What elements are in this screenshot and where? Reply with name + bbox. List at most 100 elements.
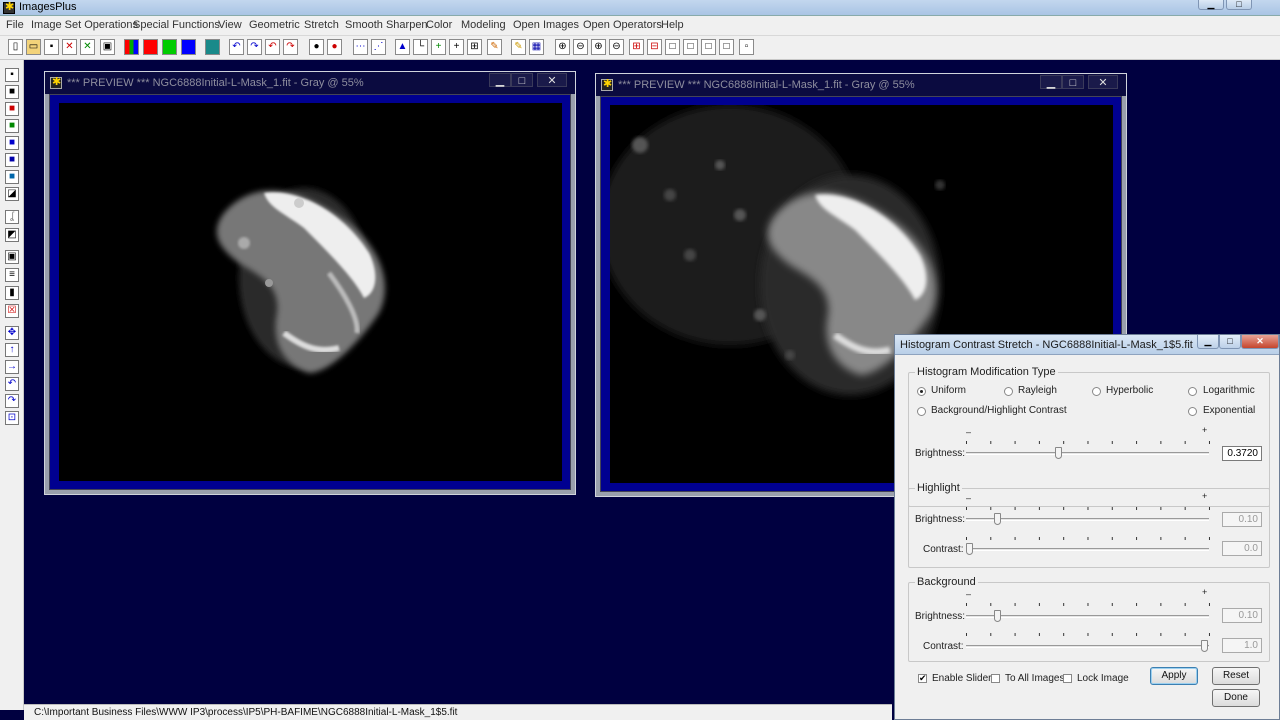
open-folder-icon[interactable]: ▭	[26, 39, 41, 55]
maximize-button[interactable]: □	[511, 73, 533, 87]
dialog-minimize-button[interactable]: ▁	[1197, 335, 1219, 349]
histogram-icon[interactable]: ▲	[395, 39, 410, 55]
black-bar-icon[interactable]: ▮	[5, 286, 19, 300]
radio-logarithmic[interactable]	[1188, 387, 1197, 396]
frame-medium-icon[interactable]: □	[683, 39, 698, 55]
undo-icon[interactable]: ↶	[229, 39, 244, 55]
background-contrast-thumb[interactable]	[1201, 640, 1208, 652]
pencil-icon[interactable]: ✎	[511, 39, 526, 55]
grid-box-icon[interactable]: ⊞	[467, 39, 482, 55]
crosshair-green-icon[interactable]: +	[431, 39, 446, 55]
axis-icon[interactable]: └	[413, 39, 428, 55]
menu-stretch[interactable]: Stretch	[304, 19, 339, 31]
table-icon[interactable]: ▦	[529, 39, 544, 55]
main-brightness-slider[interactable]	[966, 447, 1209, 459]
new-file-icon[interactable]: ▯	[8, 39, 23, 55]
menu-open-images[interactable]: Open Images	[513, 19, 579, 31]
preview-window-2-titlebar[interactable]: *** PREVIEW *** NGC6888Initial-L-Mask_1.…	[596, 74, 1126, 96]
zoom-out-icon[interactable]: ⊖	[573, 39, 588, 55]
enable-slider-checkbox[interactable]: ✔	[918, 674, 927, 683]
highlight-brightness-thumb[interactable]	[994, 513, 1001, 525]
maximize-button[interactable]: □	[1062, 75, 1084, 89]
nebula-image-1[interactable]	[59, 103, 562, 481]
remove-box-icon[interactable]: ⊟	[647, 39, 662, 55]
redo-icon[interactable]: ↷	[247, 39, 262, 55]
zoom-in-icon[interactable]: ⊕	[555, 39, 570, 55]
reset-button[interactable]: Reset	[1212, 667, 1260, 685]
preview-window-1[interactable]: *** PREVIEW *** NGC6888Initial-L-Mask_1.…	[44, 71, 576, 495]
menu-help[interactable]: Help	[661, 19, 684, 31]
pointer-icon[interactable]: ⋰	[371, 39, 386, 55]
close-button[interactable]: ✕	[1088, 75, 1118, 89]
menu-color[interactable]: Color	[426, 19, 452, 31]
copy-icon[interactable]: ▣	[100, 39, 115, 55]
lock-image-checkbox[interactable]	[1063, 674, 1072, 683]
list-icon[interactable]: ≡	[5, 268, 19, 282]
red-channel-icon[interactable]	[143, 39, 158, 55]
close-button[interactable]: ✕	[537, 73, 567, 87]
arrow-right-icon[interactable]: →	[5, 360, 19, 374]
green-channel-icon[interactable]	[162, 39, 177, 55]
frame-mini-icon[interactable]: ▫	[739, 39, 754, 55]
frame-tiny-icon[interactable]: □	[719, 39, 734, 55]
highlight-brightness-slider[interactable]	[966, 513, 1209, 525]
frame-large-icon[interactable]: □	[665, 39, 680, 55]
record-stop-icon[interactable]: ●	[327, 39, 342, 55]
move-icon[interactable]: ✥	[5, 326, 19, 340]
mask-dark-blue-icon[interactable]: ■	[5, 153, 19, 167]
highlight-contrast-value[interactable]: 0.0	[1222, 541, 1262, 556]
minimize-button[interactable]: ▁	[1040, 75, 1062, 89]
undo-all-icon[interactable]: ↶	[265, 39, 280, 55]
lasso-icon[interactable]: ʆ	[5, 210, 19, 224]
preview-window-1-titlebar[interactable]: *** PREVIEW *** NGC6888Initial-L-Mask_1.…	[45, 72, 575, 94]
grid-color-icon[interactable]	[205, 39, 220, 55]
mask-red-icon[interactable]: ■	[5, 102, 19, 116]
menu-open-operators[interactable]: Open Operators	[583, 19, 662, 31]
crosshair-icon[interactable]: +	[449, 39, 464, 55]
background-brightness-value[interactable]: 0.10	[1222, 608, 1262, 623]
flip-icon[interactable]: ⊡	[5, 411, 19, 425]
save-icon[interactable]: ▪	[44, 39, 59, 55]
close-all-icon[interactable]: ✕	[80, 39, 95, 55]
record-icon[interactable]: ●	[309, 39, 324, 55]
menu-image-set-operations[interactable]: Image Set Operations	[31, 19, 138, 31]
radio-hyperbolic[interactable]	[1092, 387, 1101, 396]
background-contrast-value[interactable]: 1.0	[1222, 638, 1262, 653]
main-brightness-value[interactable]: 0.3720	[1222, 446, 1262, 461]
frame-small-icon[interactable]: □	[701, 39, 716, 55]
mask-gray-icon[interactable]: ◪	[5, 187, 19, 201]
select-box-icon[interactable]: ▣	[5, 250, 19, 264]
to-all-images-checkbox[interactable]	[991, 674, 1000, 683]
blue-channel-icon[interactable]	[181, 39, 196, 55]
dialog-close-button[interactable]: ✕	[1241, 335, 1279, 349]
rotate-right-icon[interactable]: ↷	[5, 394, 19, 408]
arrow-up-icon[interactable]: ↑	[5, 343, 19, 357]
add-box-icon[interactable]: ⊞	[629, 39, 644, 55]
save-image-icon[interactable]: ▪	[5, 68, 19, 82]
main-brightness-thumb[interactable]	[1055, 447, 1062, 459]
brush-icon[interactable]: ☒	[5, 304, 19, 318]
radio-rayleigh[interactable]	[1004, 387, 1013, 396]
app-maximize-button[interactable]: □	[1226, 0, 1252, 10]
highlight-contrast-thumb[interactable]	[966, 543, 973, 555]
menu-modeling[interactable]: Modeling	[461, 19, 506, 31]
menu-file[interactable]: File	[6, 19, 24, 31]
minimize-button[interactable]: ▁	[489, 73, 511, 87]
measure-icon[interactable]: ✎	[487, 39, 502, 55]
apply-button[interactable]: Apply	[1150, 667, 1198, 685]
rotate-left-icon[interactable]: ↶	[5, 377, 19, 391]
menu-smooth-sharpen[interactable]: Smooth Sharpen	[345, 19, 428, 31]
redo-all-icon[interactable]: ↷	[283, 39, 298, 55]
gradient-icon[interactable]: ◩	[5, 228, 19, 242]
dialog-maximize-button[interactable]: □	[1219, 335, 1241, 349]
highlight-contrast-slider[interactable]	[966, 543, 1209, 555]
menu-view[interactable]: View	[218, 19, 242, 31]
rgb-channels-icon[interactable]	[124, 39, 139, 55]
mask-blue-icon[interactable]: ■	[5, 136, 19, 150]
dialog-titlebar[interactable]: Histogram Contrast Stretch - NGC6888Init…	[895, 335, 1279, 355]
app-minimize-button[interactable]: ▁	[1198, 0, 1224, 10]
radio-exponential[interactable]	[1188, 407, 1197, 416]
menu-geometric[interactable]: Geometric	[249, 19, 300, 31]
background-brightness-slider[interactable]	[966, 610, 1209, 622]
highlight-brightness-value[interactable]: 0.10	[1222, 512, 1262, 527]
